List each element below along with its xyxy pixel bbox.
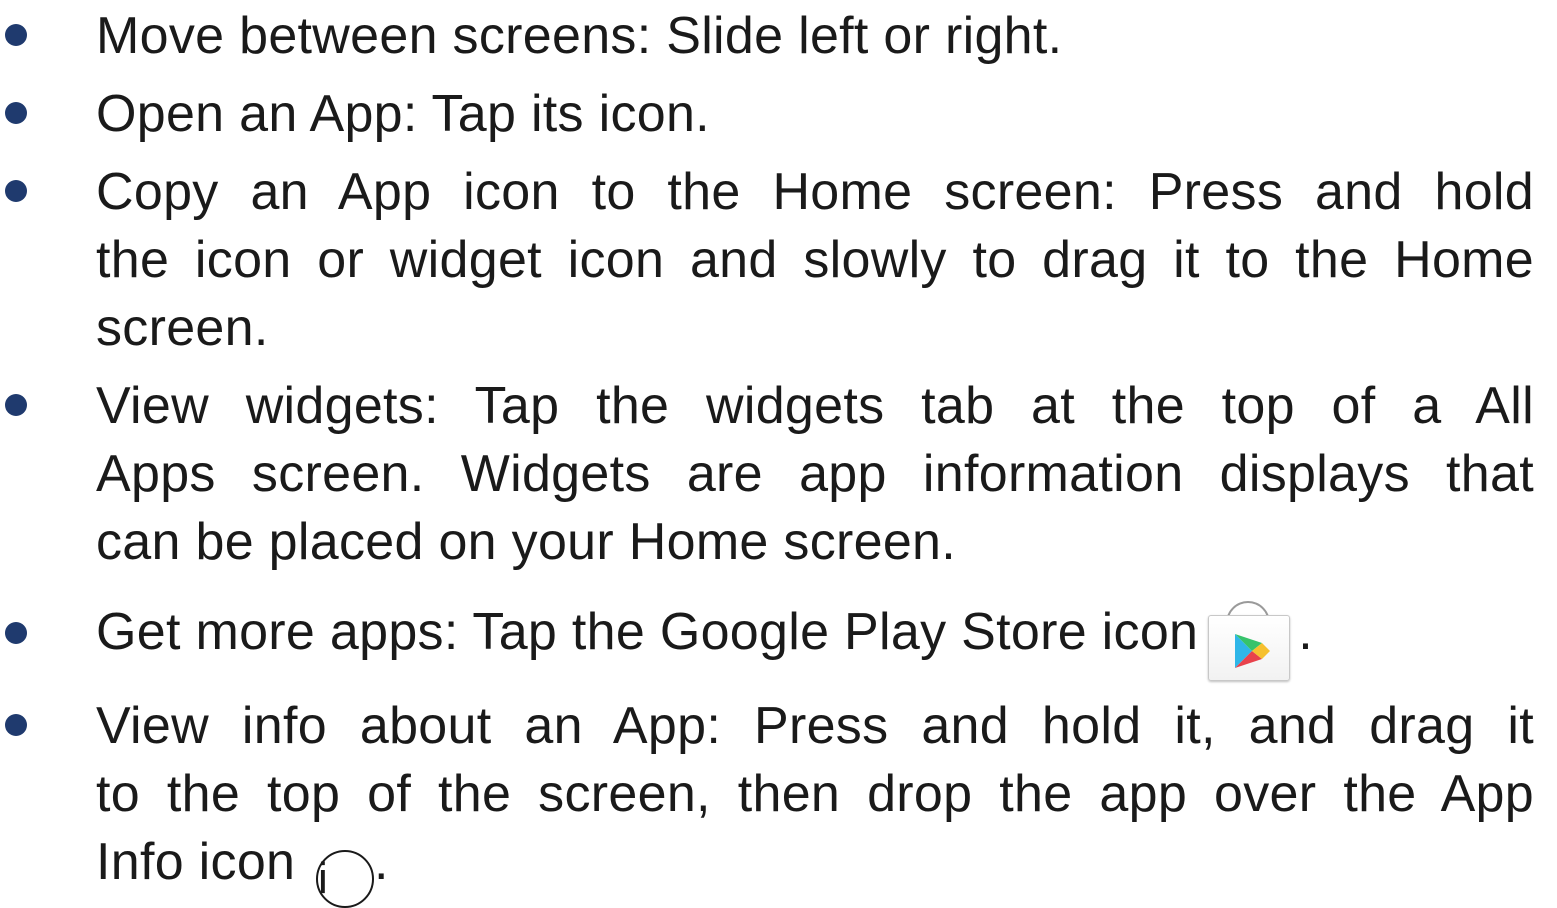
bullet-text: Copy an App icon to the Home screen: Pre… — [96, 158, 1534, 362]
bullet-line: View widgets: Tap the widgets tab at the… — [96, 377, 1534, 435]
bullet-text: View info about an App: Press and hold i… — [96, 692, 1534, 908]
play-triangle-icon — [1235, 634, 1271, 668]
get-more-apps-period: . — [1298, 603, 1314, 661]
bullet-text: Get more apps: Tap the Google Play Store… — [96, 598, 1534, 681]
bullet-dot — [5, 24, 27, 46]
bullet-dot — [5, 714, 27, 736]
bullet-dot — [5, 394, 27, 416]
info-icon-text: Info icon — [96, 833, 296, 891]
info-icon-period: . — [374, 833, 389, 891]
bullet-dot — [5, 102, 27, 124]
bullet-line: to the top of the screen, then drop the … — [96, 765, 1534, 823]
bullet-line: screen. — [96, 299, 269, 357]
bullet-line: Open an App: Tap its icon. — [96, 85, 710, 143]
bullet-line: Move between screens: Slide left or righ… — [96, 7, 1063, 65]
instruction-page: Move between screens: Slide left or righ… — [0, 0, 1557, 908]
bullet-line: Get more apps: Tap the Google Play Store… — [96, 598, 1534, 681]
bullet-line: the icon or widget icon and slowly to dr… — [96, 231, 1534, 289]
bullet-line: View info about an App: Press and hold i… — [96, 697, 1534, 755]
bullet-line: Info icon i. — [96, 828, 1534, 908]
bullet-line: Copy an App icon to the Home screen: Pre… — [96, 163, 1534, 221]
info-icon: i — [316, 850, 375, 908]
bullet-text: Move between screens: Slide left or righ… — [96, 2, 1534, 70]
bullet-text: Open an App: Tap its icon. — [96, 80, 1534, 148]
bullet-line: Apps screen. Widgets are app information… — [96, 445, 1534, 503]
bullet-dot — [5, 622, 27, 644]
bullet-dot — [5, 180, 27, 202]
get-more-apps-text: Get more apps: Tap the Google Play Store… — [96, 603, 1199, 661]
bullet-line: can be placed on your Home screen. — [96, 513, 957, 571]
bullet-text: View widgets: Tap the widgets tab at the… — [96, 372, 1534, 576]
google-play-store-icon — [1208, 601, 1291, 681]
